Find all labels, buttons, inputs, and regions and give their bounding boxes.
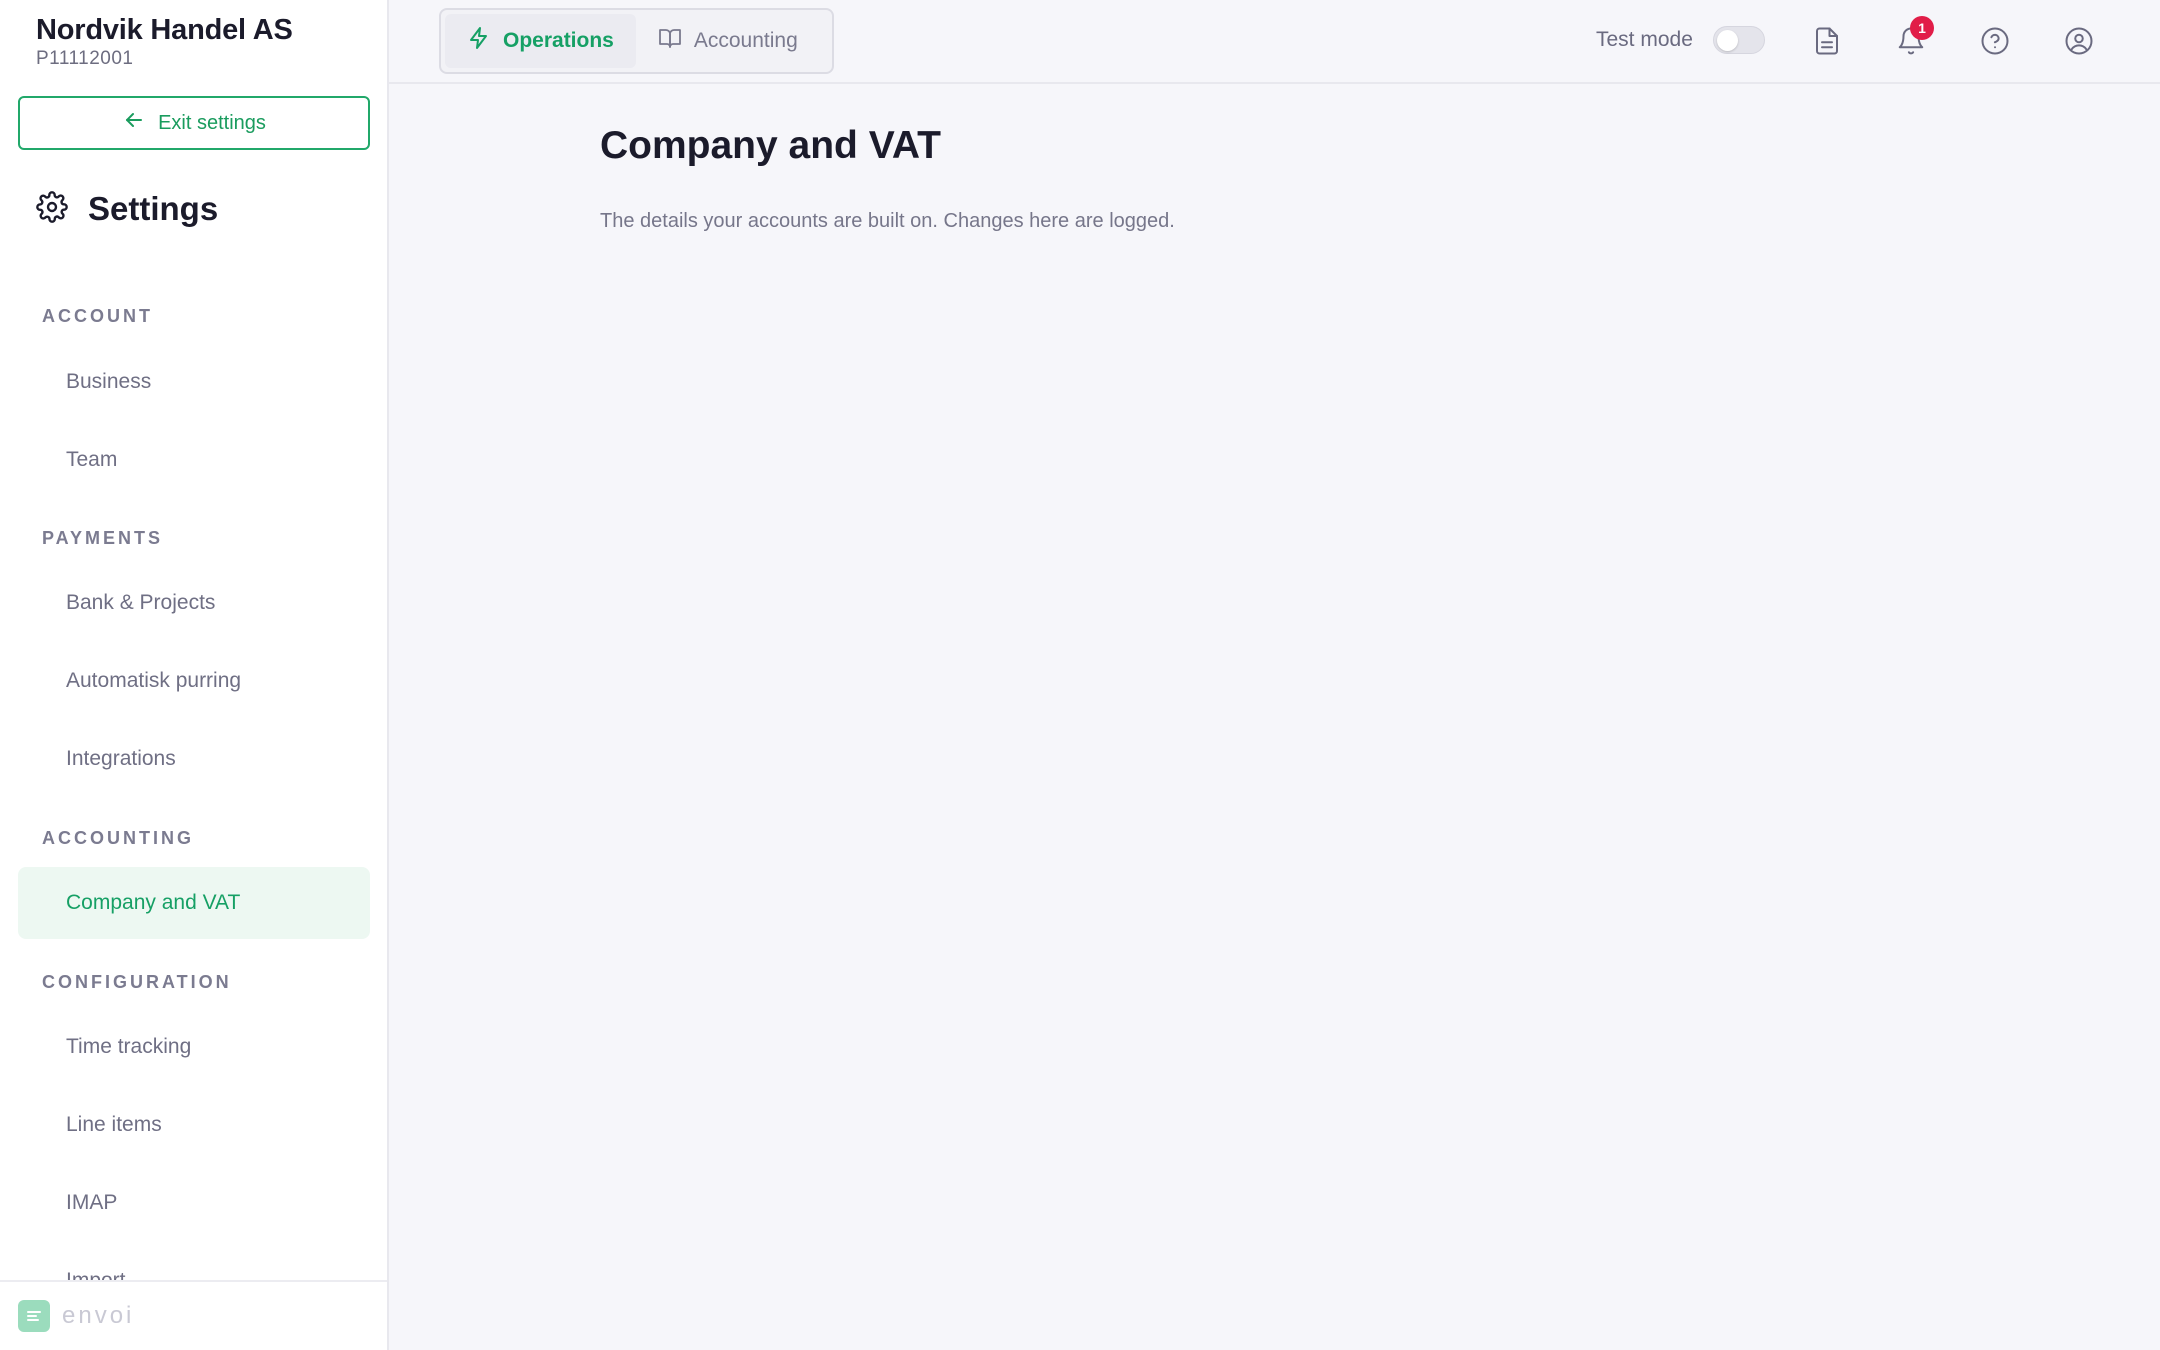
page-title: Company and VAT [600,124,941,167]
envoi-logo-icon [18,1300,50,1332]
book-icon [658,26,682,56]
section-payments: PAYMENTS [42,528,164,548]
tab-operations[interactable]: Operations [445,14,636,68]
tab-accounting-label: Accounting [693,29,798,52]
sidebar: Nordvik Handel AS P11112001 Exit setting… [0,0,389,1350]
exit-settings-label: Exit settings [158,111,266,134]
settings-title: Settings [88,190,219,227]
sidebar-item-imap[interactable]: IMAP [18,1167,370,1239]
workspace-tabs: Operations Accounting [439,8,834,74]
envoi-logo-text: envoi [62,1302,135,1329]
section-account: ACCOUNT [42,306,153,326]
sidebar-item-team[interactable]: Team [18,424,370,496]
topbar: Operations Accounting Test mode 1 [389,0,2160,84]
org-name[interactable]: Nordvik Handel AS [36,14,293,47]
tab-accounting[interactable]: Accounting [636,14,820,68]
arrow-left-icon [122,108,146,138]
sidebar-item-business[interactable]: Business [18,346,370,418]
page-subtitle: The details your accounts are built on. … [600,210,1175,232]
sidebar-item-company-vat[interactable]: Company and VAT [18,867,370,939]
help-icon[interactable] [1978,24,2012,58]
tab-operations-label: Operations [503,29,614,52]
gear-icon [36,190,68,228]
notification-badge: 1 [1910,16,1934,40]
sidebar-item-bank-projects[interactable]: Bank & Projects [18,567,370,639]
sidebar-item-automatisk-purring[interactable]: Automatisk purring [18,645,370,717]
bell-icon[interactable]: 1 [1894,16,1934,58]
bolt-icon [467,26,491,56]
org-id: P11112001 [36,48,134,69]
exit-settings-button[interactable]: Exit settings [18,96,370,150]
section-configuration: CONFIGURATION [42,972,232,992]
section-accounting: ACCOUNTING [42,828,194,848]
user-icon[interactable] [2062,24,2096,58]
sidebar-item-time-tracking[interactable]: Time tracking [18,1011,370,1083]
sidebar-footer: envoi [0,1280,387,1350]
test-mode-toggle[interactable] [1712,26,1765,54]
test-mode: Test mode [1596,26,1765,54]
sidebar-item-integrations[interactable]: Integrations [18,723,370,795]
document-icon[interactable] [1810,24,1844,58]
settings-heading: Settings [36,190,218,228]
sidebar-item-line-items[interactable]: Line items [18,1089,370,1161]
toggle-knob [1716,30,1738,51]
test-mode-label: Test mode [1596,28,1693,51]
